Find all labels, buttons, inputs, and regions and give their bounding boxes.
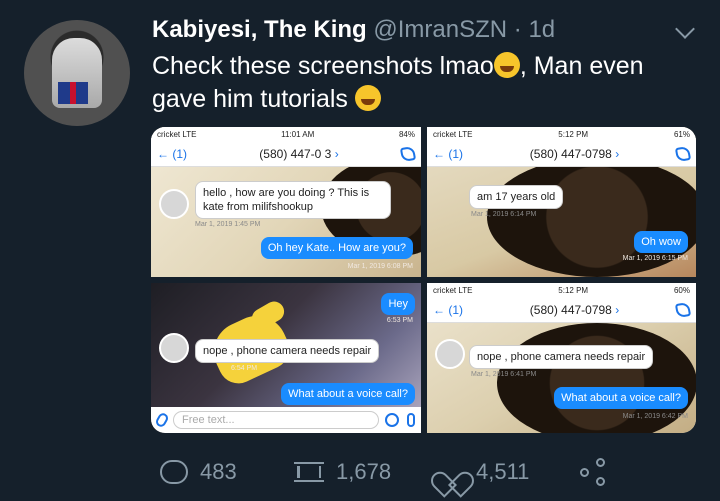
tweet-text-line1: Check these screenshots lmao — [152, 52, 494, 80]
tweet-text: Check these screenshots lmao , Man even g… — [152, 50, 672, 116]
emoji-icon[interactable] — [385, 413, 399, 427]
status-bar: cricket LTE 5:12 PM 61% — [427, 127, 696, 141]
screenshot-top-right[interactable]: cricket LTE 5:12 PM 61% ← (1) (580) 447-… — [427, 127, 696, 277]
tweet-actions: 483 1,678 4,511 — [160, 452, 620, 492]
screenshot-bottom-left[interactable]: Hey 6:53 PM nope , phone camera needs re… — [151, 283, 421, 433]
avatar-flag — [58, 82, 88, 104]
battery-label: 61% — [673, 129, 690, 139]
joy-emoji-icon — [354, 85, 381, 111]
carrier-label: cricket LTE — [433, 129, 473, 139]
incoming-message: nope , phone camera needs repair — [195, 339, 380, 363]
profile-avatar[interactable] — [24, 20, 130, 126]
back-button[interactable]: ← (1) — [157, 147, 197, 161]
clock-label: 5:12 PM — [558, 129, 589, 139]
status-bar: cricket LTE 11:01 AM 84% — [151, 127, 421, 141]
outgoing-message: Hey — [381, 293, 415, 315]
microphone-icon[interactable] — [407, 413, 415, 427]
contact-avatar — [159, 333, 189, 363]
reply-icon — [160, 460, 188, 484]
outgoing-message: What about a voice call? — [554, 387, 688, 409]
heart-icon — [438, 461, 464, 483]
chevron-down-icon[interactable] — [675, 19, 695, 39]
clock-label: 5:12 PM — [558, 285, 589, 295]
message-input-bar: Free text... — [151, 407, 421, 433]
reply-count: 483 — [200, 459, 237, 484]
message-timestamp: 6:54 PM — [231, 365, 258, 372]
tweet-header: Kabiyesi, The King @ImranSZN · 1d — [152, 16, 555, 44]
message-timestamp: Mar 1, 2019 6:41 PM — [471, 371, 537, 378]
contact-avatar — [435, 339, 465, 369]
outgoing-message: Oh wow — [634, 231, 688, 253]
message-timestamp: Mar 1, 2019 6:42 PM — [622, 413, 688, 420]
retweet-icon — [294, 462, 324, 482]
screenshot-bottom-right[interactable]: cricket LTE 5:12 PM 60% ← (1) (580) 447-… — [427, 283, 696, 433]
conversation-navbar: ← (1) (580) 447-0 3 › — [151, 141, 421, 167]
battery-label: 84% — [398, 129, 415, 139]
contact-number[interactable]: (580) 447-0798 › — [473, 303, 676, 317]
like-button[interactable]: 4,511 — [438, 459, 529, 485]
carrier-label: cricket LTE — [157, 129, 197, 139]
phone-icon[interactable] — [674, 145, 692, 162]
battery-label: 60% — [673, 285, 690, 295]
share-button[interactable] — [580, 458, 608, 486]
outgoing-message: Oh hey Kate.. How are you? — [260, 237, 413, 259]
phone-icon[interactable] — [674, 301, 692, 318]
media-grid[interactable]: cricket LTE 11:01 AM 84% ← (1) (580) 447… — [151, 127, 696, 433]
like-count: 4,511 — [476, 459, 530, 484]
incoming-message: am 17 years old — [469, 185, 564, 209]
message-timestamp: Mar 1, 2019 6:15 PM — [622, 255, 688, 262]
contact-avatar — [159, 189, 189, 219]
status-bar: cricket LTE 5:12 PM 60% — [427, 283, 696, 297]
carrier-label: cricket LTE — [433, 285, 473, 295]
reply-button[interactable]: 483 — [160, 459, 237, 485]
contact-number[interactable]: (580) 447-0 3 › — [197, 147, 401, 161]
retweet-count: 1,678 — [336, 459, 392, 484]
rofl-emoji-icon — [493, 52, 520, 78]
back-button[interactable]: ← (1) — [433, 147, 473, 161]
outgoing-message: What about a voice call? — [281, 383, 415, 405]
tweet-time[interactable]: · 1d — [514, 16, 555, 43]
tweet-text-line3: gave him tutorials — [152, 85, 348, 113]
conversation-navbar: ← (1) (580) 447-0798 › — [427, 141, 696, 167]
share-icon — [580, 458, 608, 486]
user-handle[interactable]: @ImranSZN — [373, 16, 507, 43]
phone-icon[interactable] — [399, 145, 417, 162]
screenshot-top-left[interactable]: cricket LTE 11:01 AM 84% ← (1) (580) 447… — [151, 127, 421, 277]
message-timestamp: Mar 1, 2019 1:45 PM — [195, 221, 261, 228]
conversation-navbar: ← (1) (580) 447-0798 › — [427, 297, 696, 323]
message-input[interactable]: Free text... — [173, 411, 379, 429]
incoming-message: hello , how are you doing ? This is kate… — [195, 181, 391, 219]
message-timestamp: 6:53 PM — [386, 317, 413, 324]
clock-label: 11:01 AM — [281, 129, 315, 139]
attachment-icon[interactable] — [154, 411, 170, 429]
message-timestamp: Mar 1, 2019 6:14 PM — [471, 211, 537, 218]
display-name[interactable]: Kabiyesi, The King — [152, 16, 367, 43]
incoming-message: nope , phone camera needs repair — [469, 345, 654, 369]
tweet-text-line2: , Man even — [519, 52, 644, 80]
contact-number[interactable]: (580) 447-0798 › — [473, 147, 676, 161]
message-timestamp: Mar 1, 2019 6:08 PM — [347, 263, 413, 270]
back-button[interactable]: ← (1) — [433, 303, 473, 317]
retweet-button[interactable]: 1,678 — [294, 459, 391, 485]
